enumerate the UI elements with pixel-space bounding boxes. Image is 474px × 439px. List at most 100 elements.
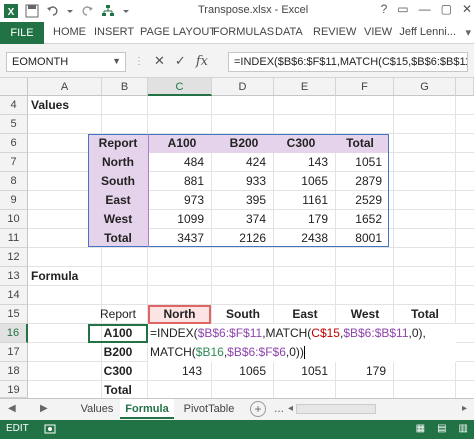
row-header-6[interactable]: 6 [0,134,28,153]
column-header-f[interactable]: F [336,78,394,96]
macro-record-icon[interactable] [44,423,56,438]
enter-icon[interactable]: ✓ [175,53,186,69]
formula-text: =INDEX( [150,326,198,340]
row-header-5[interactable]: 5 [0,115,28,134]
column-header-g[interactable]: G [394,78,456,96]
row-header-14[interactable]: 14 [0,286,28,305]
row-header-16[interactable]: 16 [0,324,28,343]
values-row-label[interactable]: Total [88,227,148,249]
page-layout-view-icon[interactable]: ▤ [437,423,446,434]
sheet-tab-values[interactable]: Values [76,399,118,419]
undo-icon[interactable] [46,4,60,18]
tab-page-layout[interactable]: PAGE LAYOUT [140,26,216,38]
section-title-formula: Formula [31,269,79,283]
ribbon-tabs: FILE HOME INSERT PAGE LAYOUT FORMULAS DA… [0,22,474,44]
view-buttons: ▦ ▤ ▥ [416,423,468,434]
row-header-4[interactable]: 4 [0,96,28,115]
values-cell[interactable]: 2126 [210,227,272,249]
sheet-tab-pivottable[interactable]: PivotTable [178,399,240,419]
tab-file[interactable]: FILE [0,22,44,44]
values-cell[interactable]: 2438 [272,227,334,249]
row-header-9[interactable]: 9 [0,191,28,210]
cell-reference: $B16 [195,345,224,359]
scroll-left-icon[interactable]: ◂ [288,403,293,414]
quick-access-toolbar: X [4,3,130,19]
minimize-button[interactable]: — [419,2,431,16]
formula-input[interactable]: =INDEX($B$6:$F$11,MATCH(C$15,$B$6:$B$11,… [228,52,468,72]
formula-bar: EOMONTH ▼ ⋮ ✕ ✓ fx =INDEX($B$6:$F$11,MAT… [0,44,474,78]
scroll-right-icon[interactable]: ▸ [462,403,467,414]
tab-insert[interactable]: INSERT [94,26,134,38]
name-box[interactable]: EOMONTH ▼ [6,52,126,72]
help-button[interactable]: ? [381,2,388,16]
normal-view-icon[interactable]: ▦ [416,423,425,434]
values-cell[interactable]: 3437 [148,227,210,249]
column-header-partial [456,78,474,96]
name-box-value: EOMONTH [12,56,69,68]
title-bar: X Transpose.xlsx - Excel ? ▭ — ▢ ✕ [0,0,474,22]
save-icon[interactable] [25,4,39,18]
sheet-nav-next-icon[interactable]: ▶ [40,403,48,414]
range-reference: $B$6:$F$6 [227,345,286,359]
formula-cell[interactable]: 1051 [274,360,334,382]
column-header-c[interactable]: C [148,78,212,96]
row-header-15[interactable]: 15 [0,305,28,324]
sheet-tab-formula[interactable]: Formula [120,399,174,419]
user-account[interactable]: Jeff Lenni... [399,26,456,38]
ribbon-display-button[interactable]: ▭ [397,2,408,16]
worksheet-grid[interactable]: A B C D E F G 4 5 6 7 8 9 10 11 12 13 14… [0,78,474,398]
horizontal-scrollbar-thumb[interactable] [296,404,376,414]
add-sheet-button[interactable]: + [250,401,266,417]
formula-text: ,MATCH( [262,326,312,340]
column-header-e[interactable]: E [274,78,336,96]
tab-formulas[interactable]: FORMULAS [213,26,274,38]
column-header-d[interactable]: D [212,78,274,96]
window-title: Transpose.xlsx - Excel [198,4,309,16]
row-header-17[interactable]: 17 [0,343,28,362]
close-button[interactable]: ✕ [462,2,472,16]
cancel-icon[interactable]: ✕ [154,53,165,69]
tree-icon[interactable] [101,4,115,18]
window-controls: ? ▭ — ▢ ✕ [381,2,472,16]
user-dropdown-icon[interactable]: ▾ [465,26,471,39]
excel-logo-icon: X [4,4,18,18]
sheet-nav-prev-icon[interactable]: ◀ [8,403,16,414]
chevron-down-icon[interactable]: ▼ [112,56,121,66]
maximize-button[interactable]: ▢ [441,2,452,16]
customize-qat-icon[interactable] [122,4,130,18]
formula-cell[interactable]: 143 [148,360,208,382]
tab-home[interactable]: HOME [53,26,86,38]
tab-review[interactable]: REVIEW [313,26,356,38]
formula-buttons: ⋮ ✕ ✓ fx [134,53,208,69]
formula-text: ,0)) [285,345,304,359]
column-header-b[interactable]: B [102,78,148,96]
section-title-values: Values [31,98,70,112]
formula-text: MATCH( [150,345,196,359]
text-cursor [303,346,305,360]
values-cell[interactable]: 8001 [330,227,388,249]
row-header-12[interactable]: 12 [0,248,28,267]
row-header-11[interactable]: 11 [0,229,28,248]
formula-text: ,0), [408,326,426,340]
formula-bar-handle-icon[interactable]: ⋮ [134,56,144,67]
formula-cell[interactable]: 179 [336,360,392,382]
status-mode: EDIT [6,423,29,434]
formula-row-label-total[interactable]: Total [88,379,148,398]
status-bar: EDIT ▦ ▤ ▥ [0,420,474,439]
insert-function-icon[interactable]: fx [196,54,208,69]
undo-dropdown-icon[interactable] [67,4,73,18]
row-header-18[interactable]: 18 [0,362,28,381]
page-break-view-icon[interactable]: ▥ [459,423,468,434]
row-header-10[interactable]: 10 [0,210,28,229]
row-header-19[interactable]: 19 [0,381,28,398]
tab-view[interactable]: VIEW [364,26,392,38]
row-header-7[interactable]: 7 [0,153,28,172]
row-header-13[interactable]: 13 [0,267,28,286]
redo-icon[interactable] [80,4,94,18]
formula-cell[interactable]: 1065 [212,360,272,382]
row-header-8[interactable]: 8 [0,172,28,191]
range-reference: $B$6:$B$11 [343,326,409,340]
select-all-corner[interactable] [0,78,28,96]
more-sheets-icon[interactable]: ... [274,401,284,415]
tab-data[interactable]: DATA [275,26,303,38]
